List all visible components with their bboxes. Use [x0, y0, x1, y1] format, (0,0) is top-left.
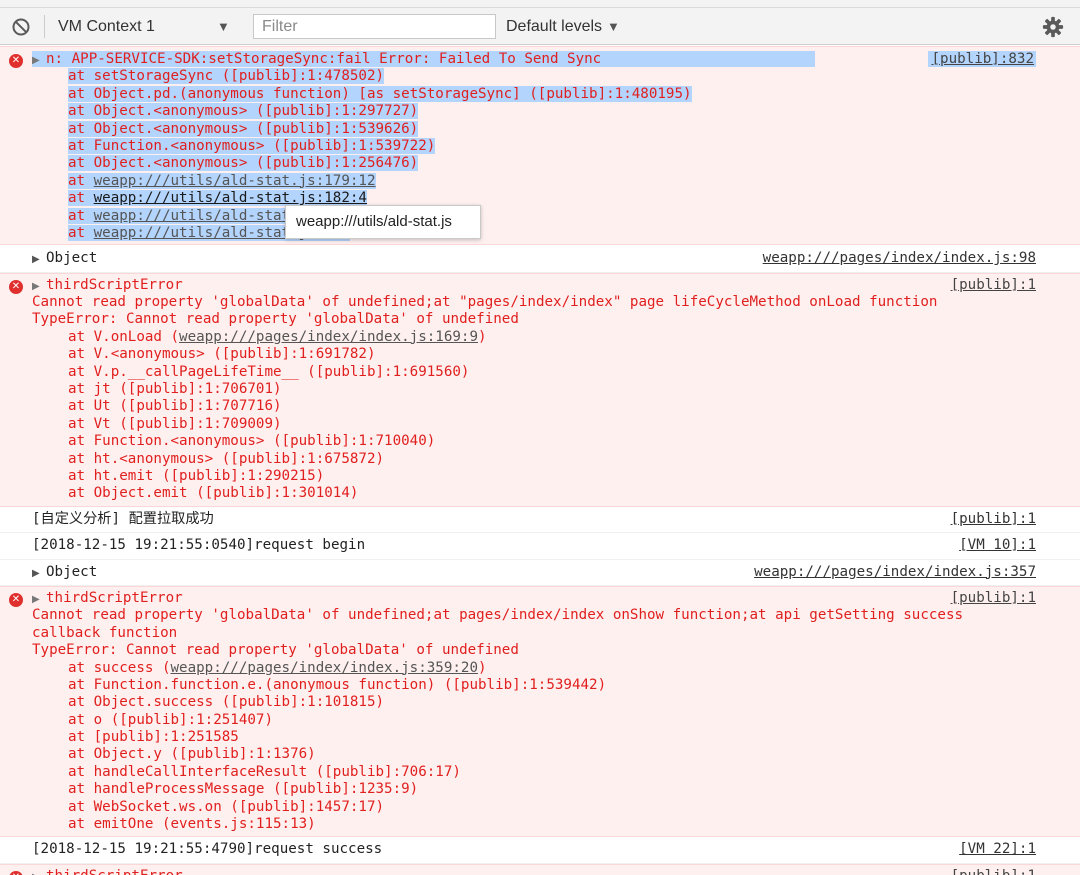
stack-frame: at ht.<anonymous> ([publib]:1:675872): [68, 450, 385, 467]
stack-frame: at setStorageSync ([publib]:1:478502): [68, 68, 385, 85]
stack-frame: at V.onLoad (weapp:///pages/index/index.…: [68, 328, 487, 345]
error-header[interactable]: thirdScriptError: [46, 868, 183, 875]
top-strip: [0, 0, 1080, 8]
stack-frame-link[interactable]: weapp:///utils/ald-stat.js:182:4: [94, 190, 367, 206]
context-selector[interactable]: VM Context 1: [58, 16, 155, 37]
console-toolbar: VM Context 1 ▼ Default levels ▼: [0, 8, 1080, 45]
stack-frame: at Object.emit ([publib]:1:301014): [68, 485, 359, 502]
stack-frame: at V.<anonymous> ([publib]:1:691782): [68, 346, 376, 363]
stack-frame: at Object.<anonymous> ([publib]:1:539626…: [68, 120, 419, 137]
log-text: [2018-12-15 19:21:55:4790]request succes…: [32, 841, 383, 858]
expand-triangle-icon[interactable]: ▶: [32, 565, 46, 582]
filter-input[interactable]: [253, 14, 496, 39]
console-error-message[interactable]: ✕ ▶ thirdScriptError [publib]:1 Cannot re…: [0, 272, 1080, 507]
source-link[interactable]: [VM 10]:1: [959, 537, 1036, 553]
error-text: callback function: [32, 624, 178, 641]
stack-frame: at weapp:///utils/ald-stat.js:...: [68, 207, 350, 224]
stack-frame: at weapp:///utils/ald-stat.js:179:12: [68, 172, 376, 189]
stack-frame: at emitOne (events.js:115:13): [68, 816, 316, 833]
source-link[interactable]: [publib]:832: [927, 51, 1036, 67]
console-error-message[interactable]: ✕ ▶ n: APP-SERVICE-SDK:setStorageSync:fai…: [0, 46, 1080, 246]
console-log-message[interactable]: ▶ Object weapp:///pages/index/index.js:35…: [0, 559, 1080, 586]
error-text: TypeError: Cannot read property 'globalD…: [32, 311, 519, 328]
context-dropdown-icon[interactable]: ▼: [217, 16, 230, 37]
stack-frame: at handleProcessMessage ([publib]:1235:9…: [68, 781, 419, 798]
object-label[interactable]: Object: [46, 250, 97, 266]
expand-triangle-icon[interactable]: ▶: [32, 251, 46, 268]
console-log-message[interactable]: ▶ Object weapp:///pages/index/index.js:98: [0, 245, 1080, 273]
stack-frame: at Object.y ([publib]:1:1376): [68, 746, 316, 763]
error-header[interactable]: thirdScriptError: [46, 277, 183, 293]
stack-frame: at weapp:///utils/ald-stat.js:182:4: [68, 190, 367, 207]
console-log-message[interactable]: [自定义分析] 配置拉取成功 [publib]:1: [0, 506, 1080, 534]
toolbar-separator: [44, 15, 45, 38]
stack-frame-link[interactable]: weapp:///pages/index/index.js:169:9: [179, 329, 478, 345]
source-link[interactable]: [publib]:1: [951, 511, 1036, 527]
stack-frame: at Function.function.e.(anonymous functi…: [68, 676, 607, 693]
expand-triangle-icon[interactable]: ▶: [32, 869, 46, 875]
source-link[interactable]: weapp:///pages/index/index.js:98: [763, 250, 1036, 266]
stack-frame: at weapp:///utils/ald-stat.js:...: [68, 224, 350, 241]
stack-frame: at handleCallInterfaceResult ([publib]:7…: [68, 763, 461, 780]
stack-frame: at Object.pd.(anonymous function) [as se…: [68, 85, 692, 102]
expand-triangle-icon[interactable]: ▶: [32, 591, 46, 608]
stack-frame: at ht.emit ([publib]:1:290215): [68, 467, 325, 484]
stack-frame: at Function.<anonymous> ([publib]:1:7100…: [68, 433, 436, 450]
console-messages: ✕ ▶ n: APP-SERVICE-SDK:setStorageSync:fai…: [0, 46, 1080, 875]
stack-frame: at jt ([publib]:1:706701): [68, 381, 282, 398]
console-log-message[interactable]: [2018-12-15 19:21:55:4790]request succes…: [0, 837, 1080, 864]
link-tooltip: weapp:///utils/ald-stat.js: [285, 205, 481, 239]
stack-frame-link[interactable]: weapp:///utils/ald-stat.js:179:12: [94, 173, 376, 189]
source-link[interactable]: [publib]:1: [951, 868, 1036, 875]
error-text: TypeError: Cannot read property 'globalD…: [32, 642, 519, 659]
console-error-message[interactable]: ✕ ▶ thirdScriptError [publib]:1 Cannot re…: [0, 585, 1080, 838]
error-header[interactable]: thirdScriptError: [46, 590, 183, 606]
stack-frame: at [publib]:1:251585: [68, 729, 239, 746]
levels-dropdown-icon[interactable]: ▼: [607, 16, 620, 37]
console-log-message[interactable]: [2018-12-15 19:21:55:0540]request begin …: [0, 533, 1080, 560]
log-levels-dropdown[interactable]: Default levels: [506, 16, 602, 37]
source-link[interactable]: [VM 22]:1: [959, 841, 1036, 857]
stack-frame: at Ut ([publib]:1:707716): [68, 398, 282, 415]
source-link[interactable]: weapp:///pages/index/index.js:357: [754, 564, 1036, 580]
stack-frame-link[interactable]: weapp:///pages/index/index.js:359:20: [171, 660, 479, 676]
gear-icon[interactable]: [1042, 16, 1064, 38]
stack-frame: at WebSocket.ws.on ([publib]:1457:17): [68, 798, 385, 815]
stack-frame: at o ([publib]:1:251407): [68, 711, 273, 728]
stack-frame: at Function.<anonymous> ([publib]:1:5397…: [68, 137, 436, 154]
stack-frame: at Vt ([publib]:1:709009): [68, 415, 282, 432]
stack-frame: at V.p.__callPageLifeTime__ ([publib]:1:…: [68, 363, 470, 380]
stack-frame: at Object.<anonymous> ([publib]:1:297727…: [68, 103, 419, 120]
object-label[interactable]: Object: [46, 564, 97, 580]
expand-triangle-icon[interactable]: ▶: [32, 52, 46, 69]
expand-triangle-icon[interactable]: ▶: [32, 278, 46, 295]
log-text: [2018-12-15 19:21:55:0540]request begin: [32, 537, 366, 554]
source-link[interactable]: [publib]:1: [951, 590, 1036, 606]
stack-frame: at Object.success ([publib]:1:101815): [68, 694, 385, 711]
error-text: Cannot read property 'globalData' of und…: [32, 294, 938, 311]
error-text: Cannot read property 'globalData' of und…: [32, 607, 964, 624]
error-header[interactable]: ▶ n: APP-SERVICE-SDK:setStorageSync:fail …: [0, 51, 1080, 68]
clear-console-icon[interactable]: [11, 17, 31, 37]
stack-frame: at success (weapp:///pages/index/index.j…: [68, 659, 487, 676]
source-link[interactable]: [publib]:1: [951, 277, 1036, 293]
log-text: [自定义分析] 配置拉取成功: [32, 510, 214, 527]
console-error-message[interactable]: ✕ ▶thirdScriptError [publib]:1: [0, 863, 1080, 875]
stack-frame: at Object.<anonymous> ([publib]:1:256476…: [68, 155, 419, 172]
